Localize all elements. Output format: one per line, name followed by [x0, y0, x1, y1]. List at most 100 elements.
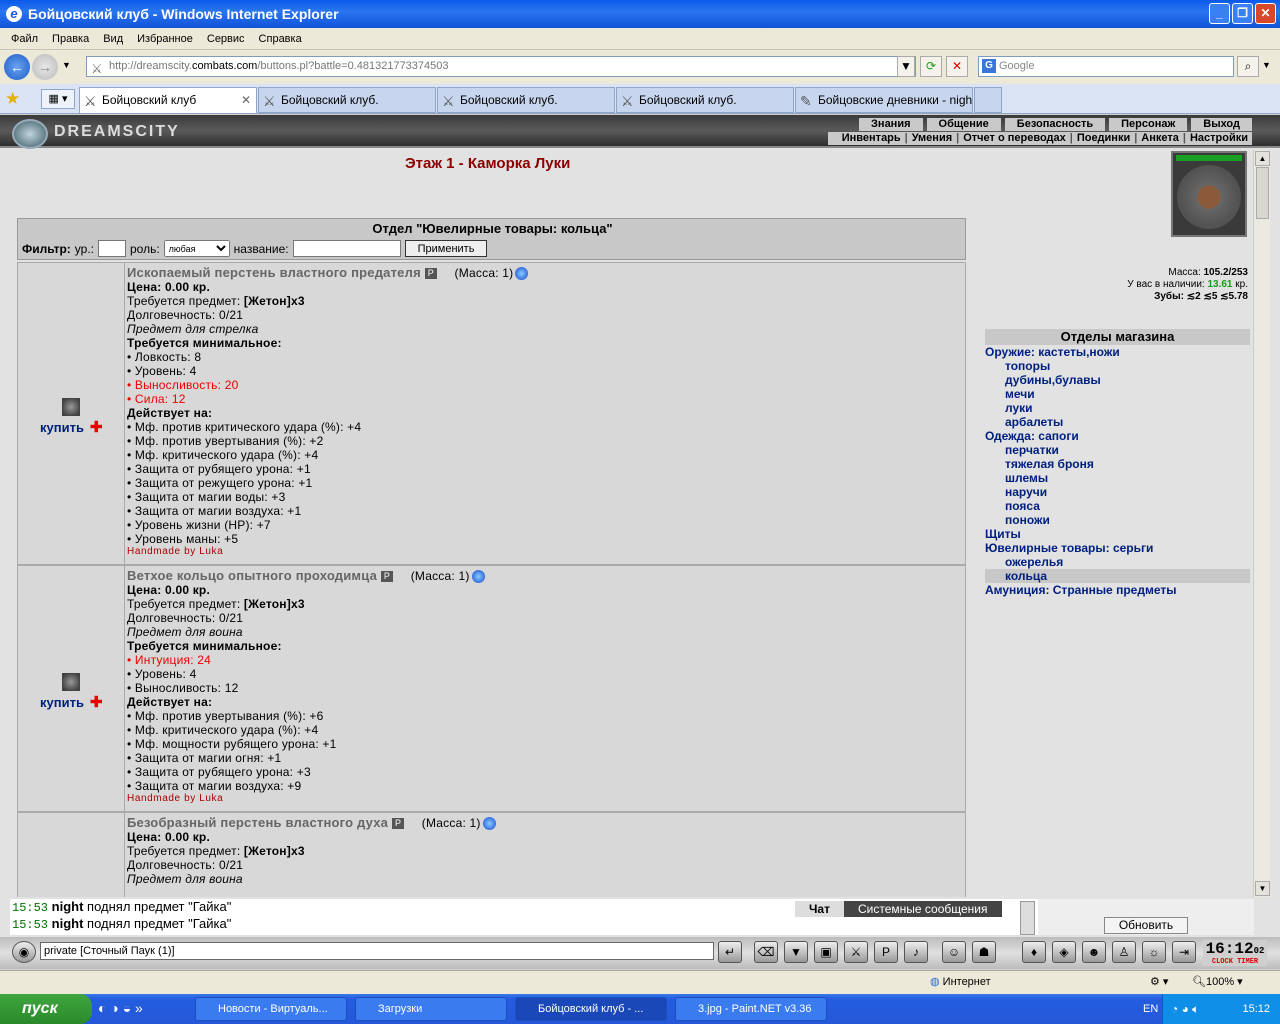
- nav-settings[interactable]: Настройки: [1186, 132, 1252, 145]
- taskbar-item[interactable]: Новости - Виртуаль...: [195, 997, 347, 1021]
- dept-link[interactable]: топоры: [985, 359, 1250, 373]
- group-icon[interactable]: ☼: [1142, 941, 1166, 963]
- buy-button[interactable]: купить ✚: [40, 693, 103, 711]
- item-name[interactable]: Безобразный перстень властного духа: [127, 815, 388, 830]
- p-badge-icon[interactable]: P: [392, 818, 405, 830]
- dept-link[interactable]: мечи: [985, 387, 1250, 401]
- search-dropdown-icon[interactable]: ▼: [1262, 60, 1271, 70]
- dept-link[interactable]: луки: [985, 401, 1250, 415]
- menu-favorites[interactable]: Избранное: [130, 33, 200, 45]
- menu-tools[interactable]: Сервис: [200, 33, 252, 45]
- tab-4[interactable]: ⚔ Бойцовский клуб.: [616, 87, 794, 113]
- item-name[interactable]: Ветхое кольцо опытного проходимца: [127, 568, 377, 583]
- character-avatar[interactable]: [1171, 151, 1247, 237]
- dept-link[interactable]: Одежда: сапоги: [985, 429, 1250, 443]
- dept-link[interactable]: ожерелья: [985, 555, 1250, 569]
- tab-chat[interactable]: Чат: [795, 901, 844, 917]
- filter-role-select[interactable]: любая: [163, 240, 230, 257]
- globe-icon[interactable]: [482, 817, 496, 831]
- dept-link-selected[interactable]: кольца: [985, 569, 1250, 583]
- nav-exit[interactable]: Выход: [1191, 118, 1252, 131]
- map-icon[interactable]: ◈: [1052, 941, 1076, 963]
- dept-link[interactable]: тяжелая броня: [985, 457, 1250, 471]
- smile-icon[interactable]: ☺: [942, 941, 966, 963]
- p-badge-icon[interactable]: P: [424, 268, 437, 280]
- p-badge-icon[interactable]: P: [381, 571, 394, 583]
- item-name[interactable]: Ископаемый перстень властного предателя: [127, 265, 421, 280]
- quick-tabs-icon[interactable]: ▦ ▾: [41, 89, 75, 109]
- stop-icon[interactable]: ✕: [946, 56, 968, 77]
- nav-knowledge[interactable]: Знания: [859, 118, 923, 131]
- address-dropdown-icon[interactable]: ▼: [897, 56, 915, 77]
- dept-link[interactable]: Амуниция: Странные предметы: [985, 583, 1250, 597]
- filter-icon[interactable]: ▼: [784, 941, 808, 963]
- forward-button[interactable]: →: [32, 54, 58, 80]
- save-icon[interactable]: ▣: [814, 941, 838, 963]
- menu-file[interactable]: Файл: [4, 33, 45, 45]
- menu-help[interactable]: Справка: [252, 33, 309, 45]
- fight-icon[interactable]: ⚔: [844, 941, 868, 963]
- refresh-icon[interactable]: ⟳: [920, 56, 942, 77]
- minimize-button[interactable]: _: [1209, 3, 1230, 24]
- nav-communication[interactable]: Общение: [926, 118, 1001, 131]
- pl-icon[interactable]: P: [874, 941, 898, 963]
- refresh-button[interactable]: Обновить: [1104, 917, 1188, 934]
- maximize-button[interactable]: ❐: [1232, 3, 1253, 24]
- taskbar-item-active[interactable]: Бойцовский клуб - ...: [515, 997, 667, 1021]
- sound-icon[interactable]: ♪: [904, 941, 928, 963]
- tab-3[interactable]: ⚔ Бойцовский клуб.: [437, 87, 615, 113]
- ring-image[interactable]: [62, 673, 80, 691]
- menu-view[interactable]: Вид: [96, 33, 130, 45]
- search-icon[interactable]: ⌕: [1237, 56, 1259, 77]
- tab-1[interactable]: ⚔ Бойцовский клуб ✕: [79, 87, 257, 113]
- taskbar-item[interactable]: Загрузки: [355, 997, 507, 1021]
- tab-5[interactable]: ✎ Бойцовские дневники - night: [795, 87, 973, 113]
- nav-profile[interactable]: Анкета: [1137, 132, 1183, 145]
- apply-filter-button[interactable]: Применить: [404, 240, 488, 257]
- tab-system-messages[interactable]: Системные сообщения: [843, 901, 1002, 917]
- send-icon[interactable]: ↵: [718, 941, 742, 963]
- buy-button[interactable]: купить ✚: [40, 418, 103, 436]
- new-tab-button[interactable]: [974, 87, 1002, 113]
- protected-mode-icon[interactable]: ⚙ ▾: [1150, 975, 1168, 988]
- dept-link[interactable]: арбалеты: [985, 415, 1250, 429]
- filter-level-input[interactable]: [98, 240, 126, 257]
- history-dropdown-icon[interactable]: ▼: [62, 60, 71, 70]
- favorites-star-icon[interactable]: ★: [5, 89, 20, 109]
- tab-close-icon[interactable]: ✕: [241, 88, 251, 112]
- chat-scrollbar[interactable]: [1020, 901, 1035, 935]
- equipment-wheel-icon[interactable]: [1177, 165, 1241, 229]
- scroll-up-icon[interactable]: ▲: [1255, 151, 1270, 166]
- dept-link[interactable]: Ювелирные товары: серьги: [985, 541, 1250, 555]
- nav-security[interactable]: Безопасность: [1004, 118, 1106, 131]
- figure-icon[interactable]: ♙: [1112, 941, 1136, 963]
- dept-link[interactable]: поножи: [985, 513, 1250, 527]
- scroll-thumb[interactable]: [1256, 167, 1269, 219]
- bottle-icon[interactable]: ♦: [1022, 941, 1046, 963]
- tray-icons[interactable]: ◔ ◕ 🔈︎: [1171, 994, 1199, 1024]
- globe-icon[interactable]: [515, 267, 529, 281]
- ring-image[interactable]: [62, 398, 80, 416]
- dept-link[interactable]: Оружие: кастеты,ножи: [985, 345, 1250, 359]
- nav-character[interactable]: Персонаж: [1109, 118, 1188, 131]
- tab-2[interactable]: ⚔ Бойцовский клуб.: [258, 87, 436, 113]
- chat-mode-icon[interactable]: ◉: [12, 941, 36, 963]
- address-field[interactable]: ⚔ http://dreamscity.combats.com/buttons.…: [86, 56, 916, 77]
- nav-fights[interactable]: Поединки: [1073, 132, 1134, 145]
- globe-icon[interactable]: [471, 570, 485, 584]
- eraser-icon[interactable]: ⌫: [754, 941, 778, 963]
- start-button[interactable]: пуск: [0, 994, 92, 1024]
- mask-icon[interactable]: ☻: [1082, 941, 1106, 963]
- dept-link[interactable]: перчатки: [985, 443, 1250, 457]
- back-button[interactable]: ←: [4, 54, 30, 80]
- nav-inventory[interactable]: Инвентарь: [838, 132, 905, 145]
- search-input[interactable]: G Google: [978, 56, 1234, 77]
- quicklaunch-icon[interactable]: ◐ ◑ ◒ »: [98, 1000, 143, 1016]
- dept-link[interactable]: пояса: [985, 499, 1250, 513]
- close-window-button[interactable]: ✕: [1255, 3, 1276, 24]
- menu-edit[interactable]: Правка: [45, 33, 96, 45]
- chat-input[interactable]: private [Сточный Паук (1)]: [40, 942, 714, 960]
- dept-link[interactable]: дубины,булавы: [985, 373, 1250, 387]
- zoom-level[interactable]: 🔍︎100% ▾: [1192, 975, 1243, 988]
- taskbar-item[interactable]: 3.jpg - Paint.NET v3.36: [675, 997, 827, 1021]
